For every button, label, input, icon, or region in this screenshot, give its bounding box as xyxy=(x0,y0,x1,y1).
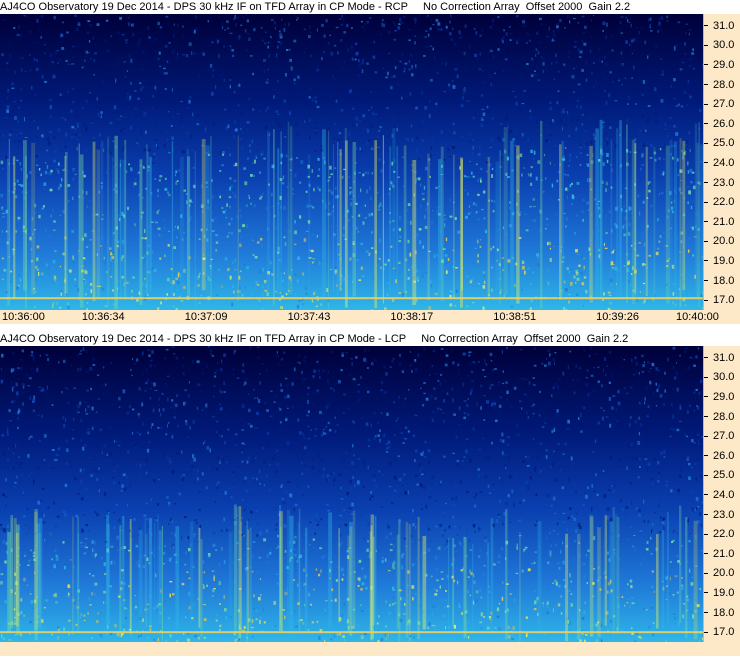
y-tick-label: 21.0 xyxy=(713,547,735,560)
rcp-spectrogram-svg xyxy=(0,14,703,310)
y-tick xyxy=(704,103,708,105)
y-tick xyxy=(704,376,708,378)
y-tick xyxy=(704,396,708,398)
lcp-title: AJ4CO Observatory 19 Dec 2014 - DPS 30 k… xyxy=(0,332,740,346)
y-tick xyxy=(704,553,708,555)
y-tick-label: 28.0 xyxy=(713,410,735,423)
y-tick xyxy=(704,474,708,476)
y-tick xyxy=(704,221,708,223)
x-tick-label: 10:37:43 xyxy=(287,311,331,323)
rcp-x-axis: 10:36:00 10:36:34 10:37:09 10:37:43 10:38:17… xyxy=(0,310,740,324)
y-tick xyxy=(704,25,708,27)
y-tick xyxy=(704,142,708,144)
y-tick-label: 28.0 xyxy=(713,78,735,91)
x-tick-label: 10:36:00 xyxy=(2,311,45,323)
y-tick-label: 24.0 xyxy=(713,488,735,501)
y-tick-label: 25.0 xyxy=(713,469,735,482)
lcp-spectrogram-svg xyxy=(0,346,703,642)
y-tick-label: 23.0 xyxy=(713,176,735,189)
y-tick xyxy=(704,572,708,574)
y-tick-label: 20.0 xyxy=(713,235,735,248)
x-tick-label: 10:40:00 xyxy=(676,311,719,323)
y-tick-label: 20.0 xyxy=(713,567,735,580)
y-tick-label: 18.0 xyxy=(713,606,735,619)
y-tick xyxy=(704,84,708,86)
y-tick xyxy=(704,260,708,262)
y-tick xyxy=(704,201,708,203)
y-tick-label: 19.0 xyxy=(713,254,735,267)
y-tick xyxy=(704,494,708,496)
y-tick xyxy=(704,64,708,66)
lcp-y-axis: 31.0 30.0 29.0 28.0 27.0 26.0 25.0 24.0 23.0 22.0… xyxy=(703,346,740,642)
y-tick xyxy=(704,592,708,594)
y-tick-label: 31.0 xyxy=(713,351,735,364)
y-tick xyxy=(704,631,708,633)
y-tick xyxy=(704,162,708,164)
y-tick-label: 30.0 xyxy=(713,371,735,384)
lcp-spectrogram xyxy=(0,346,703,642)
y-tick-label: 24.0 xyxy=(713,156,735,169)
y-tick-label: 25.0 xyxy=(713,137,735,150)
y-tick-label: 26.0 xyxy=(713,449,735,462)
y-tick-label: 29.0 xyxy=(713,390,735,403)
y-tick xyxy=(704,612,708,614)
interference-line xyxy=(0,297,703,300)
y-tick-label: 23.0 xyxy=(713,508,735,521)
y-tick-label: 30.0 xyxy=(713,39,735,52)
y-tick-label: 29.0 xyxy=(713,58,735,71)
y-tick xyxy=(704,280,708,282)
y-tick xyxy=(704,44,708,46)
x-tick-label: 10:36:34 xyxy=(81,311,125,323)
lcp-x-axis xyxy=(0,642,740,656)
y-tick-label: 26.0 xyxy=(713,117,735,130)
y-tick xyxy=(704,533,708,535)
y-tick xyxy=(704,514,708,516)
x-tick-label: 10:38:51 xyxy=(493,311,537,323)
y-tick-label: 18.0 xyxy=(713,274,735,287)
y-tick-label: 27.0 xyxy=(713,98,735,111)
rcp-title: AJ4CO Observatory 19 Dec 2014 - DPS 30 k… xyxy=(0,0,740,14)
x-tick-label: 10:39:26 xyxy=(596,311,639,323)
y-tick xyxy=(704,240,708,242)
y-tick-label: 27.0 xyxy=(713,430,735,443)
interference-line xyxy=(0,631,703,634)
y-tick-label: 17.0 xyxy=(713,626,735,639)
y-tick-label: 22.0 xyxy=(713,196,735,209)
y-tick-label: 21.0 xyxy=(713,215,735,228)
y-tick-label: 31.0 xyxy=(713,19,735,32)
y-tick xyxy=(704,435,708,437)
y-tick xyxy=(704,123,708,125)
lcp-panel: AJ4CO Observatory 19 Dec 2014 - DPS 30 k… xyxy=(0,332,740,664)
rcp-y-axis: 31.0 30.0 29.0 28.0 27.0 26.0 25.0 24.0 23.0 22.0… xyxy=(703,14,740,310)
y-tick-label: 19.0 xyxy=(713,586,735,599)
rcp-panel: AJ4CO Observatory 19 Dec 2014 - DPS 30 k… xyxy=(0,0,740,324)
y-tick-label: 17.0 xyxy=(713,294,735,307)
y-tick xyxy=(704,416,708,418)
rcp-spectrogram xyxy=(0,14,703,310)
y-tick xyxy=(704,357,708,359)
y-tick xyxy=(704,182,708,184)
y-tick xyxy=(704,299,708,301)
y-tick-label: 22.0 xyxy=(713,528,735,541)
y-tick xyxy=(704,455,708,457)
x-tick-label: 10:37:09 xyxy=(184,311,228,323)
x-tick-label: 10:38:17 xyxy=(390,311,434,323)
